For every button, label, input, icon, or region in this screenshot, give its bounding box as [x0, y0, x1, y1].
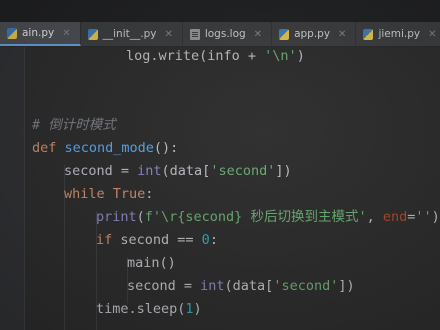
code-token: ) — [193, 301, 202, 317]
code-token: ]) — [275, 163, 292, 179]
kwarg-token: end — [382, 209, 408, 225]
code-token: (): — [153, 140, 179, 156]
keyword-token: if — [96, 232, 121, 248]
code-token: (data[ — [224, 278, 274, 294]
code-line: while True: — [64, 183, 153, 205]
tab-label: logs.log — [204, 28, 246, 40]
string-token: 'second' — [273, 278, 339, 294]
code-token: time.sleep( — [96, 301, 186, 317]
builtin-token: int — [137, 163, 162, 179]
tab-init-py[interactable]: __init__.py ✕ — [81, 22, 183, 46]
builtin-token: print — [96, 209, 137, 225]
tab-label: jiemi.py — [378, 28, 421, 40]
string-token: 'second' — [210, 163, 276, 179]
code-token: second = — [127, 278, 201, 294]
code-token: ) — [431, 209, 440, 225]
code-line: second = int(data['second']) — [64, 160, 292, 182]
code-token: ( — [136, 209, 145, 225]
number-token: 0 — [201, 232, 210, 248]
python-file-icon — [87, 28, 98, 40]
code-line: print(f'\r{second} 秒后切换到主模式', end='') — [96, 206, 440, 228]
code-line: second = int(data['second']) — [127, 275, 355, 297]
close-icon[interactable]: ✕ — [164, 29, 172, 40]
string-token: '\n' — [264, 48, 297, 64]
close-icon[interactable]: ✕ — [338, 29, 346, 40]
builtin-token: int — [200, 278, 225, 294]
code-token: , — [366, 209, 383, 225]
code-token: second = — [64, 163, 138, 179]
python-file-icon — [7, 27, 17, 39]
code-line: time.sleep(1) — [96, 298, 202, 320]
code-token: ]) — [338, 278, 355, 294]
string-token: 秒后切换到主模式' — [242, 209, 367, 225]
code-token: ) — [296, 48, 305, 64]
close-icon[interactable]: ✕ — [428, 29, 436, 40]
code-line: main() — [127, 252, 176, 274]
code-token: : — [145, 186, 154, 202]
code-token: : — [209, 232, 218, 248]
comment-token: # 倒计时模式 — [32, 117, 116, 133]
code-line-def: def second_mode(): — [32, 137, 178, 159]
keyword-token: while — [64, 186, 113, 202]
function-name-token: second_mode — [64, 140, 154, 156]
python-file-icon — [363, 28, 374, 40]
keyword-token: True — [112, 186, 146, 202]
fstring-token: f'\r{second} — [144, 209, 243, 225]
code-token: second == — [120, 232, 202, 248]
tab-logs-log[interactable]: logs.log ✕ — [183, 22, 273, 46]
window-top-strip — [0, 0, 440, 22]
python-file-icon — [279, 28, 290, 40]
tab-app-py[interactable]: app.py ✕ — [272, 22, 357, 46]
tab-jiemi-py[interactable]: jiemi.py ✕ — [356, 22, 440, 46]
tab-label: app.py — [294, 28, 331, 40]
number-token: 1 — [185, 301, 194, 317]
code-line: if second == 0: — [96, 229, 218, 251]
close-icon[interactable]: ✕ — [62, 28, 70, 39]
code-editor[interactable]: log.write(info + '\n') # 倒计时模式 def secon… — [0, 47, 440, 330]
keyword-token: def — [32, 140, 65, 156]
close-icon[interactable]: ✕ — [254, 29, 262, 40]
log-file-icon — [189, 28, 200, 40]
code-comment: # 倒计时模式 — [32, 114, 116, 136]
tab-label: ain.py — [22, 27, 55, 39]
code-line: log.write(info + '\n') — [126, 45, 305, 67]
code-token: main() — [127, 255, 176, 271]
line-gutter — [0, 47, 25, 330]
tab-main-py[interactable]: ain.py ✕ — [0, 22, 81, 46]
string-token: '' — [415, 209, 432, 225]
code-token: (data[ — [161, 163, 211, 179]
tab-label: __init__.py — [102, 28, 157, 40]
editor-tab-bar: ain.py ✕ __init__.py ✕ logs.log ✕ app.py… — [0, 22, 440, 47]
code-token: log.write(info + — [126, 48, 265, 64]
